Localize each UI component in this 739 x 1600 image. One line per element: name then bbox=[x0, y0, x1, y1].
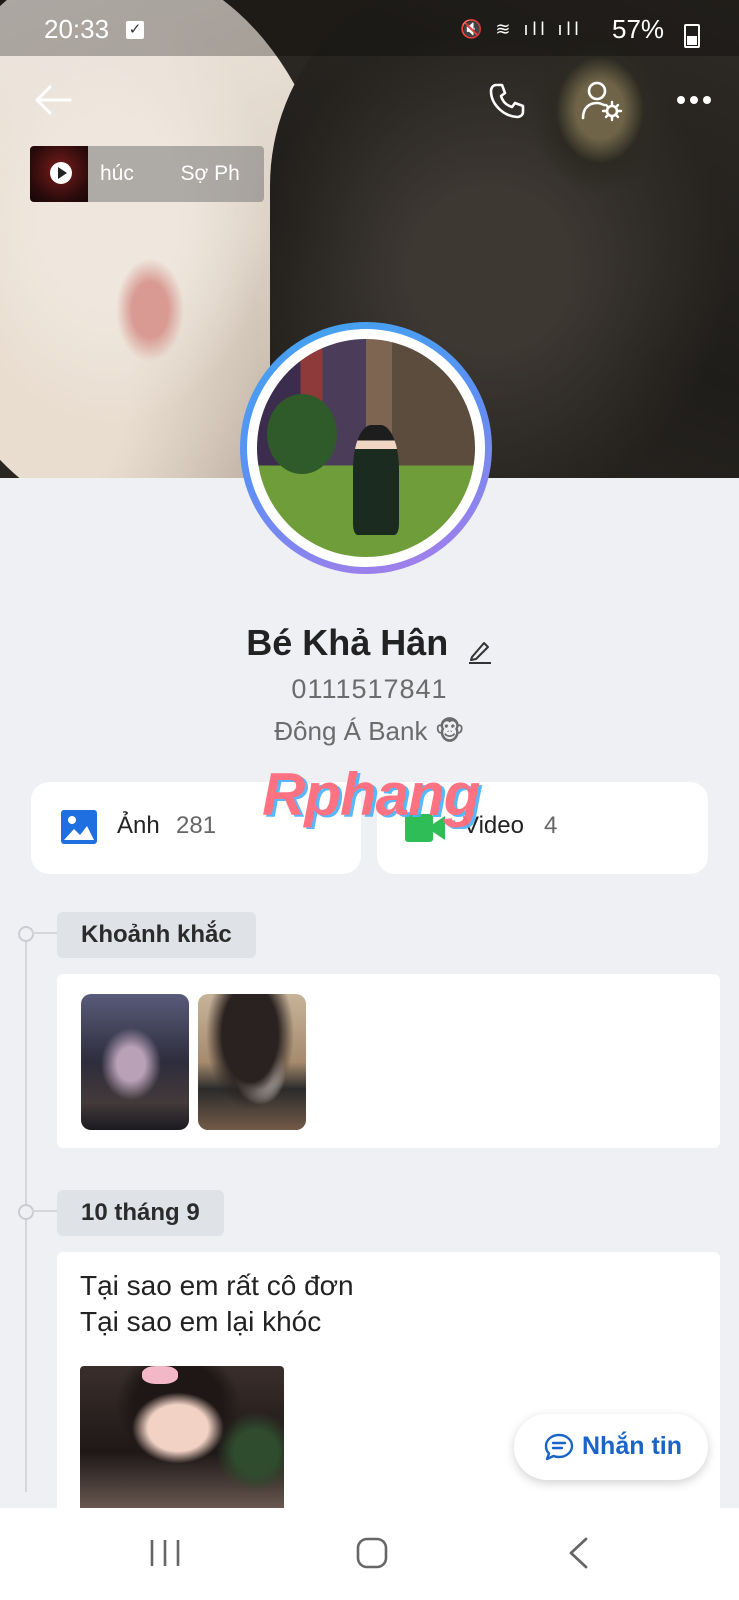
moments-header: Khoảnh khắc bbox=[57, 912, 256, 958]
avatar[interactable] bbox=[240, 322, 492, 574]
profile-phone: 0111517841 bbox=[291, 674, 448, 704]
timeline-dot bbox=[18, 1204, 34, 1220]
message-button-label: Nhắn tin bbox=[582, 1432, 682, 1460]
moment-thumbnail[interactable] bbox=[198, 994, 306, 1130]
photos-count: 281 bbox=[176, 812, 217, 839]
pencil-icon[interactable] bbox=[467, 638, 493, 664]
back-icon[interactable] bbox=[566, 1536, 590, 1570]
avatar-photo bbox=[257, 339, 475, 557]
home-icon[interactable] bbox=[356, 1537, 388, 1569]
post-photo[interactable] bbox=[80, 1366, 284, 1510]
more-dots-icon[interactable] bbox=[676, 94, 712, 106]
moments-panel bbox=[57, 974, 720, 1148]
play-icon[interactable] bbox=[50, 162, 72, 184]
now-playing-chip[interactable]: húc Sợ Ph bbox=[30, 146, 264, 202]
moment-thumbnail[interactable] bbox=[81, 994, 189, 1130]
battery-icon bbox=[684, 24, 700, 48]
status-bar: 20:33 ✓ 🔇 ≋ ıll ıll 57% bbox=[0, 0, 739, 56]
now-playing-title: húc Sợ Ph bbox=[100, 162, 240, 185]
profile-bio: Đông Á Bank 🐵 bbox=[274, 716, 465, 746]
user-settings-icon[interactable] bbox=[580, 80, 624, 122]
status-time: 20:33 bbox=[44, 14, 110, 44]
watermark-logo: Rphang bbox=[262, 761, 480, 828]
profile-name: Bé Khả Hân bbox=[246, 622, 449, 663]
timeline-dot bbox=[18, 926, 34, 942]
message-button[interactable]: Nhắn tin bbox=[514, 1414, 708, 1480]
system-nav-bar bbox=[0, 1508, 739, 1600]
videos-count: 4 bbox=[544, 812, 558, 839]
recents-icon[interactable] bbox=[148, 1538, 182, 1568]
status-icons: 🔇 ≋ ıll ıll bbox=[460, 19, 583, 39]
phone-call-icon[interactable] bbox=[488, 82, 526, 120]
photos-label: Ảnh bbox=[117, 812, 160, 839]
checkbox-notification-icon: ✓ bbox=[126, 21, 144, 39]
profile-name-row: Bé Khả Hân bbox=[0, 622, 739, 664]
chat-bubble-icon bbox=[544, 1433, 574, 1461]
post-text-line: Tại sao em lại khóc bbox=[80, 1306, 322, 1337]
image-icon bbox=[61, 810, 97, 844]
battery-percent: 57% bbox=[612, 14, 665, 44]
post-date-header: 10 tháng 9 bbox=[57, 1190, 224, 1236]
back-arrow-icon[interactable] bbox=[34, 84, 72, 116]
post-text-line: Tại sao em rất cô đơn bbox=[80, 1270, 354, 1301]
